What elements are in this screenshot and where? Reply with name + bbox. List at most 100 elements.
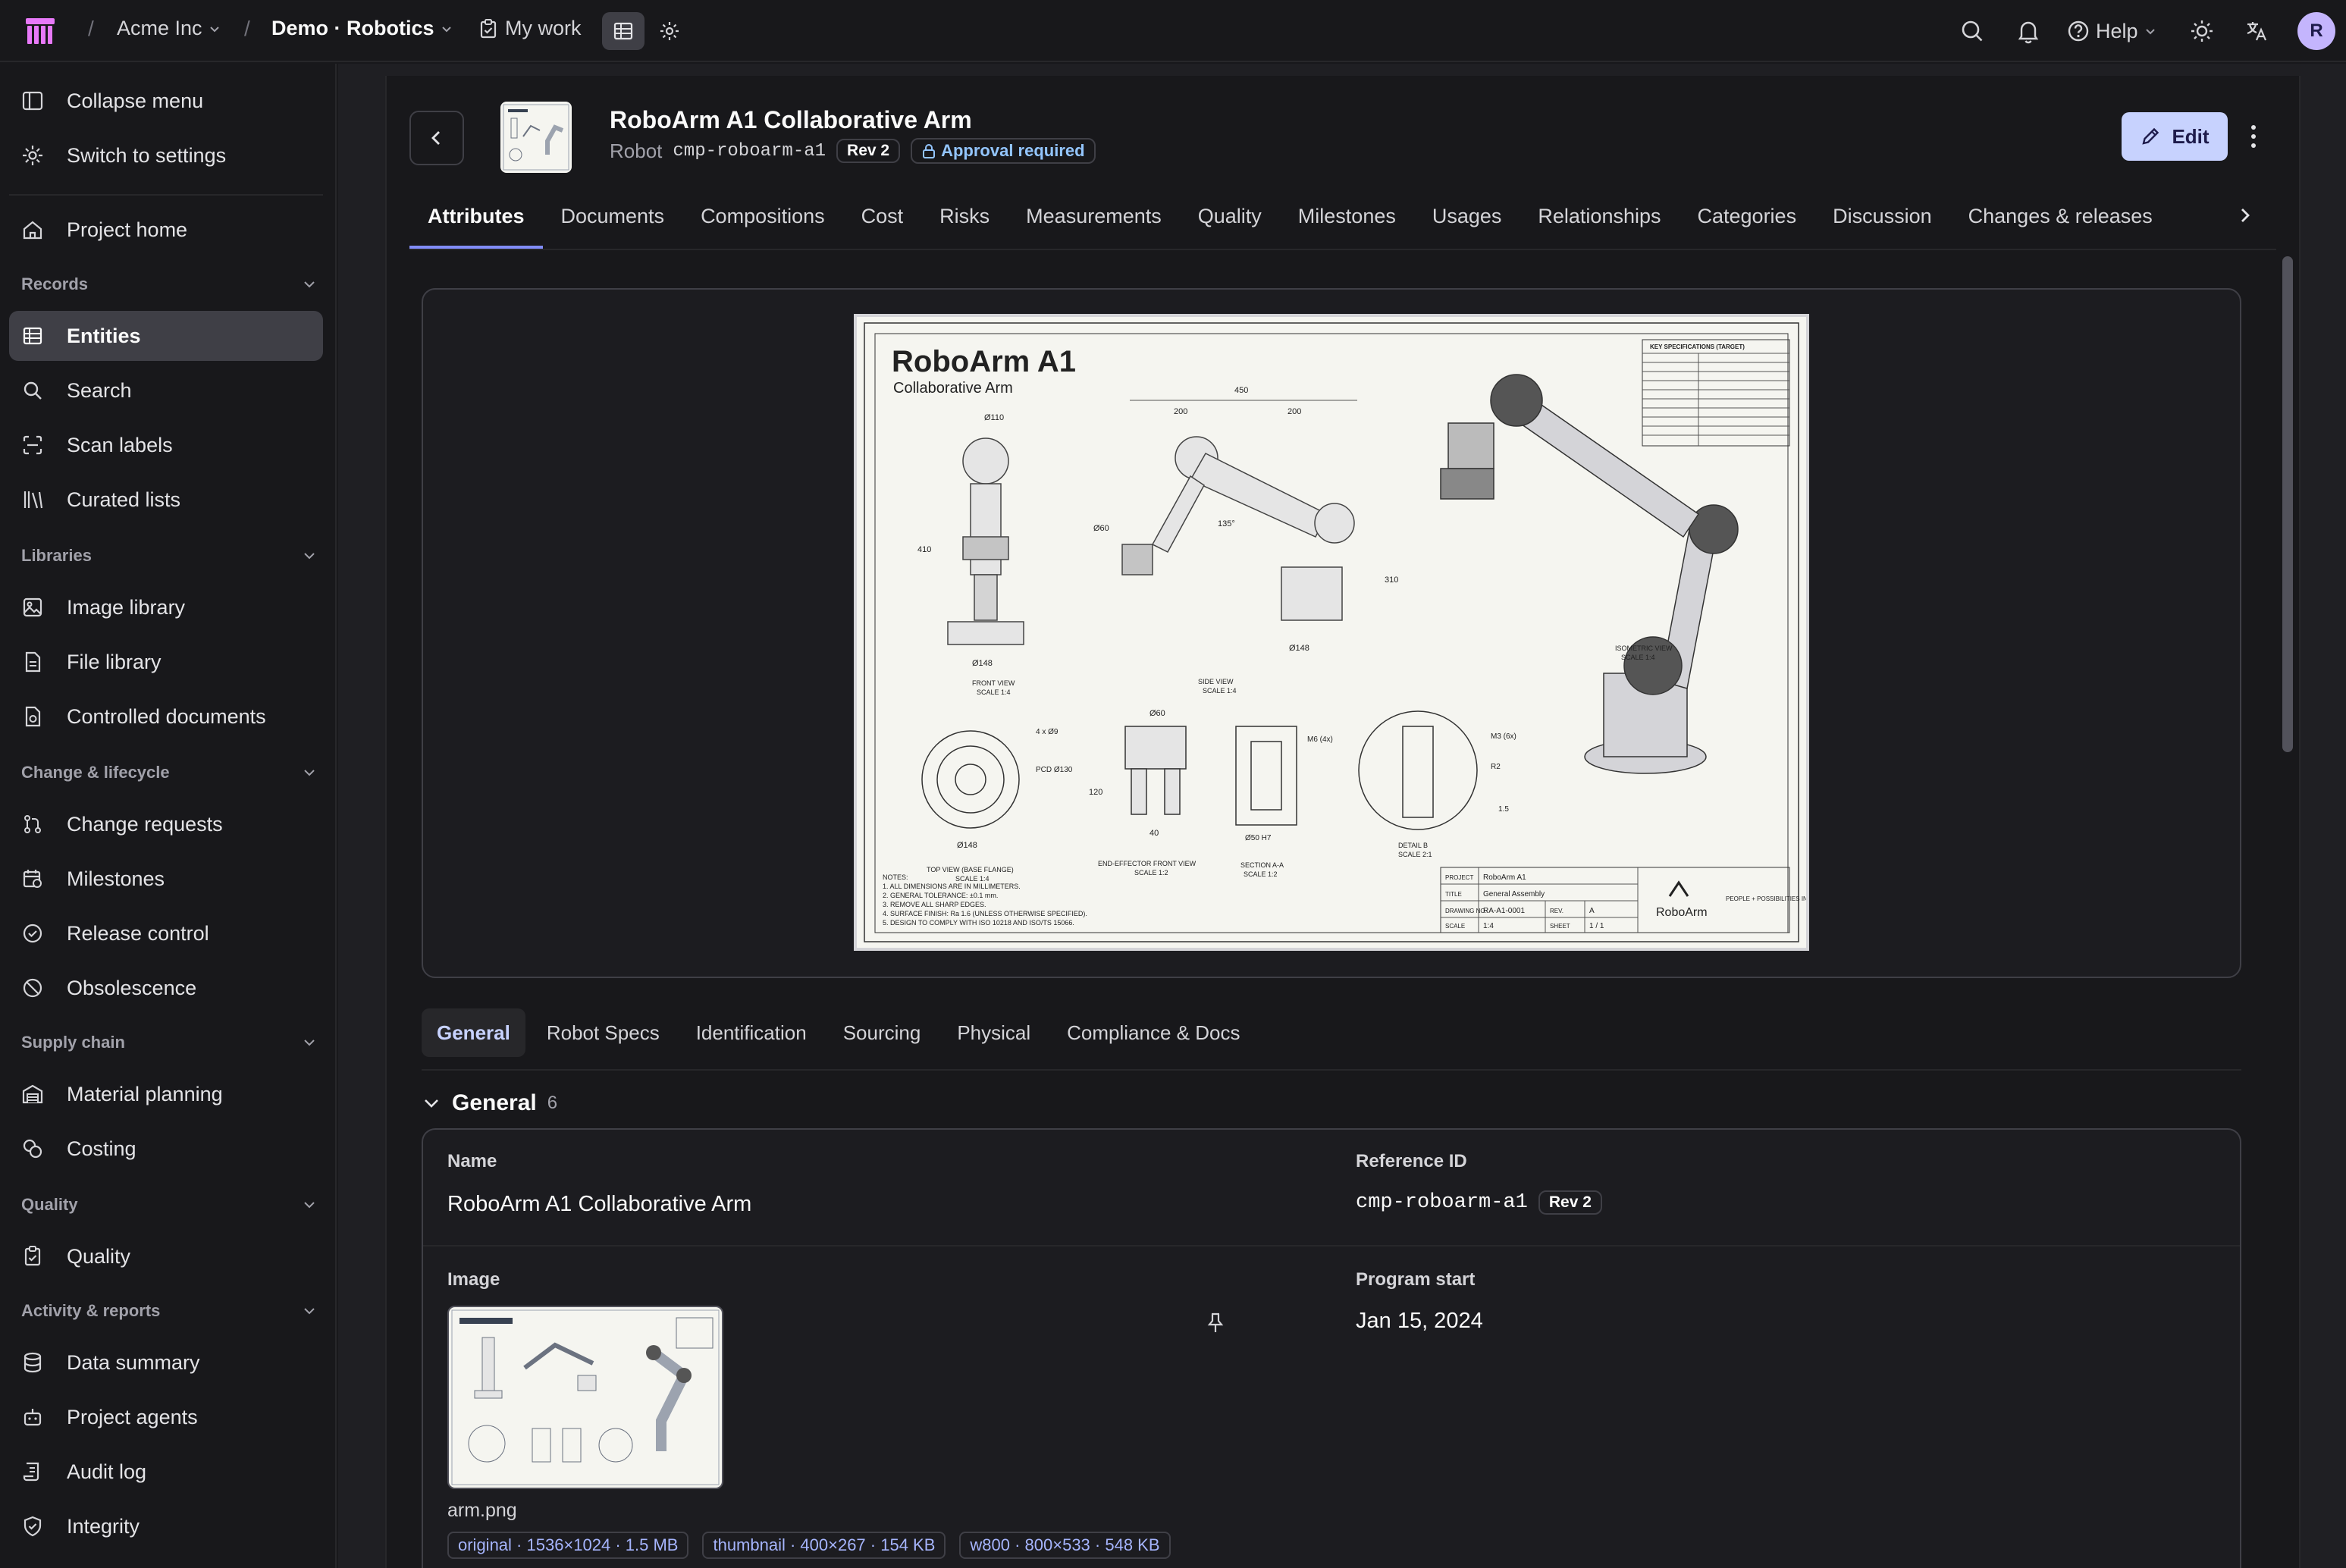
tab-compositions[interactable]: Compositions xyxy=(682,199,843,249)
dim-label: 410 xyxy=(917,545,931,554)
language-button[interactable] xyxy=(2244,12,2269,50)
entity-type: Robot xyxy=(610,139,663,162)
user-avatar[interactable]: R xyxy=(2297,12,2335,50)
subtab-compliance-docs[interactable]: Compliance & Docs xyxy=(1052,1008,1255,1057)
block-value: RA-A1-0001 xyxy=(1483,907,1525,915)
sidebar-section-libraries[interactable]: Libraries xyxy=(21,546,317,566)
image-file-name[interactable]: arm.png xyxy=(447,1500,517,1522)
approval-required-badge[interactable]: Approval required xyxy=(911,138,1096,164)
sidebar-item-material-planning[interactable]: Material planning xyxy=(9,1069,323,1119)
section-label: Activity & reports xyxy=(21,1301,161,1320)
clipboard-check-icon xyxy=(24,1246,41,1266)
sidebar-item-milestones[interactable]: Milestones xyxy=(9,854,323,904)
collapse-menu-button[interactable]: Collapse menu xyxy=(9,76,323,126)
revision-badge: Rev 2 xyxy=(1538,1190,1602,1215)
tab-documents[interactable]: Documents xyxy=(543,199,683,249)
table-view-button[interactable] xyxy=(602,12,645,50)
sidebar-item-project-agents[interactable]: Project agents xyxy=(9,1392,323,1442)
sidebar-item-label: Milestones xyxy=(67,867,165,890)
sidebar-item-obsolescence[interactable]: Obsolescence xyxy=(9,963,323,1013)
variant-thumbnail-link[interactable]: thumbnail · 400×267 · 154 KB xyxy=(702,1532,946,1559)
notifications-button[interactable] xyxy=(2015,12,2041,50)
tab-changes-releases[interactable]: Changes & releases xyxy=(1950,199,2171,249)
subtab-general[interactable]: General xyxy=(422,1008,525,1057)
sidebar-item-change-requests[interactable]: Change requests xyxy=(9,799,323,849)
name-field-value[interactable]: RoboArm A1 Collaborative Arm xyxy=(447,1192,751,1217)
sidebar-item-quality[interactable]: Quality xyxy=(9,1231,323,1281)
sidebar-section-change-lifecycle[interactable]: Change & lifecycle xyxy=(21,763,317,782)
program-start-value[interactable]: Jan 15, 2024 xyxy=(1356,1309,1483,1334)
sidebar-item-release-control[interactable]: Release control xyxy=(9,908,323,958)
subtab-sourcing[interactable]: Sourcing xyxy=(828,1008,936,1057)
sidebar-item-label: Costing xyxy=(67,1137,136,1160)
subtab-physical[interactable]: Physical xyxy=(942,1008,1046,1057)
variant-original-link[interactable]: original · 1536×1024 · 1.5 MB xyxy=(447,1532,689,1559)
entity-thumbnail[interactable] xyxy=(500,102,572,173)
pin-icon[interactable] xyxy=(1206,1312,1225,1334)
switch-to-settings-button[interactable]: Switch to settings xyxy=(9,130,323,180)
sidebar-item-scan-labels[interactable]: Scan labels xyxy=(9,420,323,470)
sidebar-item-controlled-documents[interactable]: Controlled documents xyxy=(9,691,323,742)
search-icon xyxy=(1962,20,1983,42)
tab-measurements[interactable]: Measurements xyxy=(1008,199,1180,249)
image-field-thumbnail[interactable] xyxy=(447,1306,723,1489)
chevron-right-icon[interactable] xyxy=(2234,202,2257,229)
library-icon xyxy=(24,491,43,509)
tab-risks[interactable]: Risks xyxy=(921,199,1008,249)
switch-to-settings-label: Switch to settings xyxy=(67,143,227,167)
sidebar-item-costing[interactable]: Costing xyxy=(9,1124,323,1174)
edit-label: Edit xyxy=(2172,124,2210,148)
breadcrumb-org[interactable]: Acme Inc xyxy=(117,17,221,40)
tab-cost[interactable]: Cost xyxy=(843,199,922,249)
sidebar-section-quality[interactable]: Quality xyxy=(21,1195,317,1215)
sidebar-section-records[interactable]: Records xyxy=(21,274,317,294)
sidebar-item-file-library[interactable]: File library xyxy=(9,637,323,687)
tab-discussion[interactable]: Discussion xyxy=(1814,199,1950,249)
sidebar-item-audit-log[interactable]: Audit log xyxy=(9,1447,323,1497)
sidebar-item-integrity[interactable]: Integrity xyxy=(9,1501,323,1551)
sidebar-item-image-library[interactable]: Image library xyxy=(9,582,323,632)
more-vertical-icon[interactable] xyxy=(2246,121,2261,152)
engineering-drawing-image[interactable]: .t { font-family: "Liberation Sans", "De… xyxy=(854,314,1833,951)
robot-arm-thumbnail-image xyxy=(451,1309,720,1485)
sidebar-item-entities[interactable]: Entities xyxy=(9,311,323,361)
reference-id-value[interactable]: cmp-roboarm-a1 Rev 2 xyxy=(1356,1190,1602,1215)
sidebar-item-data-summary[interactable]: Data summary xyxy=(9,1338,323,1388)
app-logo-icon[interactable] xyxy=(24,15,56,47)
tab-attributes[interactable]: Attributes xyxy=(409,199,543,249)
view-label: SIDE VIEW xyxy=(1198,678,1234,685)
tab-relationships[interactable]: Relationships xyxy=(1520,199,1679,249)
sidebar-item-curated-lists[interactable]: Curated lists xyxy=(9,475,323,525)
collapse-menu-label: Collapse menu xyxy=(67,89,204,112)
sidebar-section-activity-reports[interactable]: Activity & reports xyxy=(21,1301,317,1321)
engineering-drawing-svg: .t { font-family: "Liberation Sans", "De… xyxy=(864,322,1833,942)
shield-check-icon xyxy=(24,1516,42,1537)
my-work-link[interactable]: My work xyxy=(478,17,582,40)
sidebar-item-project-home[interactable]: Project home xyxy=(9,205,323,255)
search-button[interactable] xyxy=(1959,12,1985,50)
tab-categories[interactable]: Categories xyxy=(1680,199,1815,249)
scrollbar-thumb[interactable] xyxy=(2282,256,2293,752)
edit-button[interactable]: Edit xyxy=(2122,112,2228,161)
lock-icon xyxy=(923,144,936,158)
tab-usages[interactable]: Usages xyxy=(1414,199,1520,249)
sidebar-item-search[interactable]: Search xyxy=(9,365,323,416)
entity-code: cmp-roboarm-a1 xyxy=(673,140,826,162)
back-button[interactable] xyxy=(409,111,464,165)
image-variants: original · 1536×1024 · 1.5 MB thumbnail … xyxy=(447,1532,1171,1559)
subtab-identification[interactable]: Identification xyxy=(681,1008,822,1057)
specs-title: KEY SPECIFICATIONS (TARGET) xyxy=(1650,343,1745,350)
tab-quality[interactable]: Quality xyxy=(1180,199,1280,249)
breadcrumb-project[interactable]: Demo · Robotics xyxy=(271,17,453,40)
general-section-toggle[interactable]: General 6 xyxy=(422,1090,557,1116)
variant-w800-link[interactable]: w800 · 800×533 · 548 KB xyxy=(959,1532,1171,1559)
help-menu[interactable]: Help xyxy=(2067,12,2156,50)
end-effector-view xyxy=(1124,726,1187,815)
sidebar-item-label: File library xyxy=(67,650,162,673)
image-icon xyxy=(23,597,42,617)
theme-toggle-button[interactable] xyxy=(2190,12,2214,50)
tab-milestones[interactable]: Milestones xyxy=(1280,199,1414,249)
subtab-robot-specs[interactable]: Robot Specs xyxy=(532,1008,675,1057)
sidebar-section-supply-chain[interactable]: Supply chain xyxy=(21,1033,317,1052)
project-settings-button[interactable] xyxy=(651,12,688,50)
